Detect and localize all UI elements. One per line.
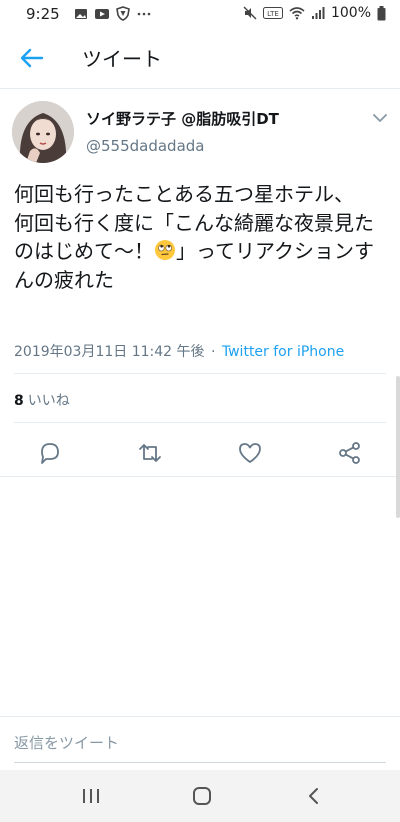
back-nav-icon[interactable]	[303, 786, 325, 806]
page-title: ツイート	[82, 47, 162, 71]
tweet-meta: 2019年03月11日 11:42 午後 · Twitter for iPhon…	[14, 341, 344, 361]
signal-icon	[311, 7, 325, 19]
display-name[interactable]: ソイ野ラテ子 @脂肪吸引DT	[86, 108, 279, 129]
system-icons: LTE 100%	[243, 5, 386, 21]
battery-percentage: 100%	[330, 5, 371, 21]
reply-icon[interactable]	[37, 440, 63, 466]
system-navigation-bar	[0, 770, 400, 822]
actions-divider	[0, 476, 400, 477]
user-handle[interactable]: @555dadadada	[86, 137, 204, 155]
wifi-icon	[289, 7, 305, 20]
share-icon[interactable]	[337, 440, 363, 466]
top-app-bar: ツイート	[0, 28, 400, 88]
reply-bar-divider	[0, 716, 400, 717]
mute-icon	[243, 6, 257, 20]
reply-input-underline	[14, 762, 386, 763]
gallery-icon	[75, 8, 87, 19]
reply-input[interactable]: 返信をツイート	[14, 732, 119, 753]
status-time: 9:25	[26, 5, 60, 23]
notification-icons	[74, 6, 152, 21]
like-heart-icon[interactable]	[237, 440, 263, 466]
likes-number: 8	[14, 393, 24, 409]
meta-separator: ·	[210, 344, 216, 360]
avatar[interactable]	[12, 101, 74, 163]
header-divider	[0, 88, 400, 89]
back-arrow-icon[interactable]	[18, 44, 46, 72]
youtube-icon	[95, 8, 109, 19]
more-notifications-icon	[137, 12, 151, 15]
likes-divider	[14, 422, 386, 423]
shield-icon	[116, 6, 130, 21]
recent-apps-icon[interactable]	[80, 786, 102, 806]
retweet-icon[interactable]	[137, 440, 163, 466]
chevron-down-icon[interactable]	[372, 112, 388, 124]
tweet-text: 何回も行ったことある五つ星ホテル、 何回も行く度に「こんな綺麗な夜景見たのはじめ…	[14, 180, 388, 294]
likes-count[interactable]: 8 いいね	[14, 390, 70, 410]
meta-divider	[14, 373, 386, 374]
tweet-timestamp: 2019年03月11日 11:42 午後	[14, 344, 205, 360]
tweet-actions	[0, 432, 400, 472]
likes-label: いいね	[27, 393, 70, 409]
volte-icon: LTE	[262, 7, 283, 19]
home-icon[interactable]	[191, 786, 213, 806]
svg-text:LTE: LTE	[267, 10, 279, 18]
avatar-illustration	[12, 101, 74, 163]
tweet-source-link[interactable]: Twitter for iPhone	[222, 344, 344, 360]
battery-icon	[377, 5, 386, 20]
face-with-rolling-eyes-icon	[155, 240, 175, 260]
status-bar: 9:25 LTE 100%	[0, 0, 400, 28]
scrollbar[interactable]	[396, 376, 400, 518]
